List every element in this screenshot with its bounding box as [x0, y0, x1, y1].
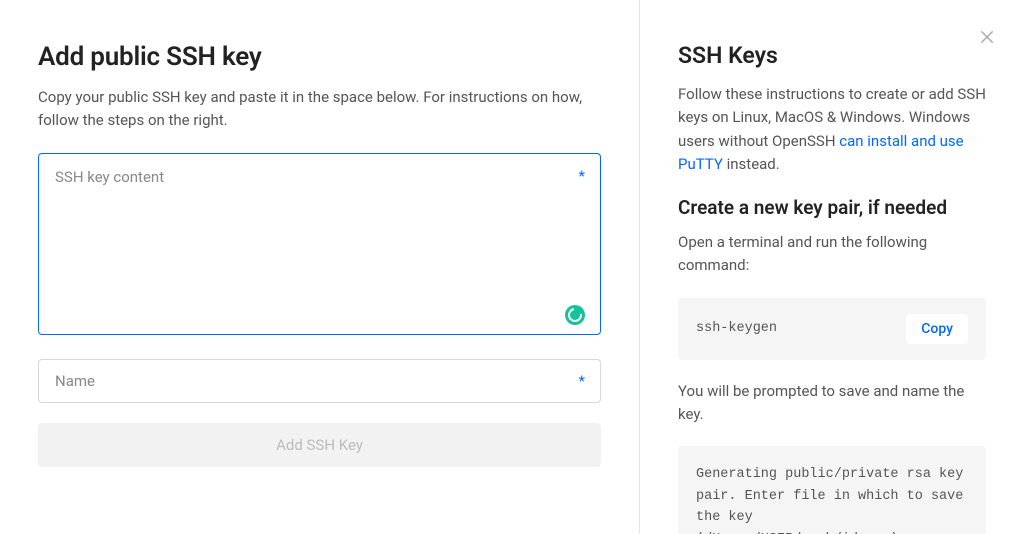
command-block: ssh-keygen Copy: [678, 298, 986, 360]
close-icon[interactable]: [978, 28, 996, 46]
intro-text-suffix: instead.: [723, 155, 780, 173]
page-title: Add public SSH key: [38, 42, 601, 72]
name-input[interactable]: [38, 359, 601, 403]
add-key-panel: Add public SSH key Copy your public SSH …: [0, 0, 640, 534]
instructions-title: SSH Keys: [678, 42, 986, 69]
page-subtitle: Copy your public SSH key and paste it in…: [38, 86, 601, 131]
instructions-panel: SSH Keys Follow these instructions to cr…: [640, 0, 1024, 534]
create-keypair-heading: Create a new key pair, if needed: [678, 196, 986, 219]
command-text: ssh-keygen: [696, 321, 777, 336]
name-wrap: *: [38, 359, 601, 403]
copy-button[interactable]: Copy: [906, 314, 968, 344]
terminal-instruction: Open a terminal and run the following co…: [678, 231, 986, 278]
ssh-content-wrap: *: [38, 153, 601, 339]
instructions-intro: Follow these instructions to create or a…: [678, 83, 986, 176]
ssh-content-input[interactable]: [38, 153, 601, 335]
prompt-instruction: You will be prompted to save and name th…: [678, 380, 986, 427]
command-output: Generating public/private rsa key pair. …: [678, 446, 986, 534]
add-ssh-key-button[interactable]: Add SSH Key: [38, 423, 601, 467]
